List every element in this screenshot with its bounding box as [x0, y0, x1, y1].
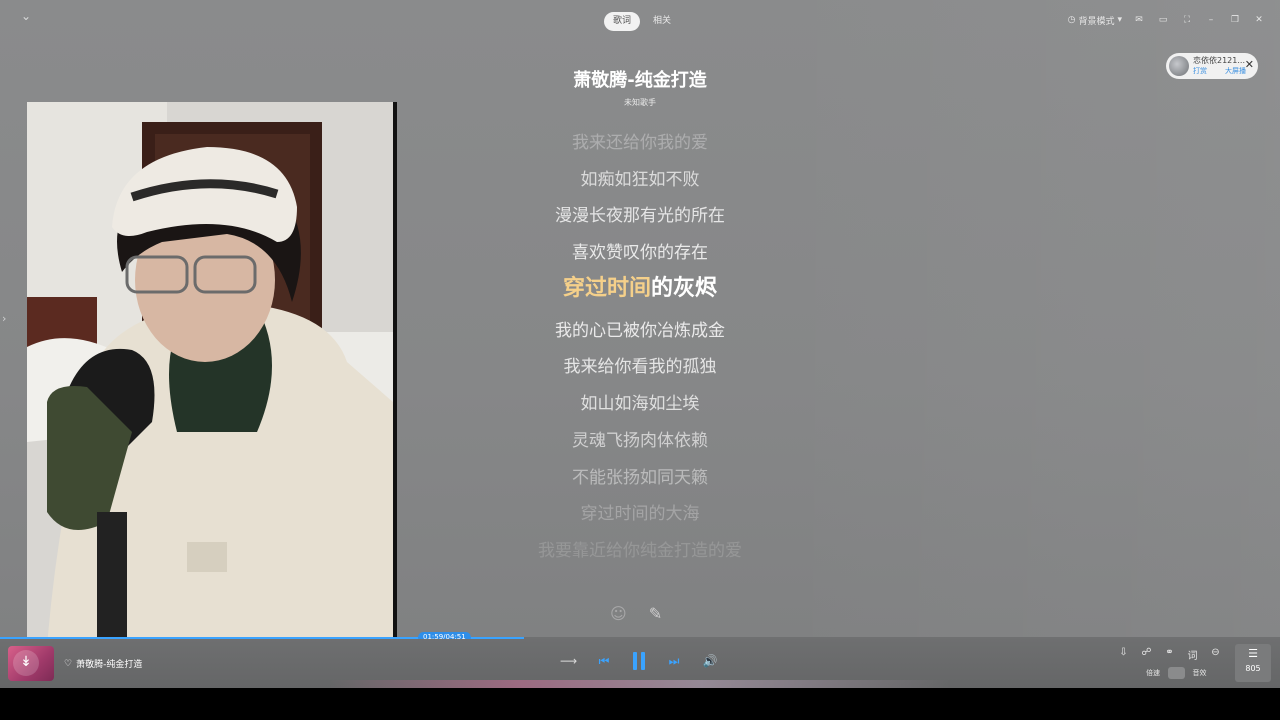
minimize-icon[interactable]: –	[1204, 13, 1218, 27]
user-card[interactable]: 恋依依2121... 打赏 大屏播 ✕	[1166, 53, 1258, 79]
avatar[interactable]	[1169, 56, 1189, 76]
close-icon[interactable]: ✕	[1252, 13, 1266, 27]
pause-button[interactable]	[632, 652, 646, 670]
more-icon[interactable]: ⊖	[1208, 647, 1223, 662]
now-playing-title[interactable]: 萧敬腾-纯金打造	[76, 657, 142, 670]
playback-controls: ⟶ ⏮ ⏭ 🔊	[560, 652, 718, 670]
view-tabs: 歌词 相关	[604, 12, 680, 31]
user-info: 恋依依2121... 打赏 大屏播	[1193, 55, 1246, 77]
fullscreen-icon[interactable]: ⛶	[1180, 13, 1194, 27]
previous-icon[interactable]: ⏮	[596, 654, 612, 669]
big-screen-link[interactable]: 大屏播	[1225, 66, 1246, 77]
chevron-down-icon: ▾	[1117, 15, 1122, 25]
restore-icon[interactable]: ❐	[1228, 13, 1242, 27]
lyric-unsung-part: 的灰烬	[651, 275, 718, 301]
playlist-icon: ☰	[1248, 647, 1258, 660]
lyric-line[interactable]: 我来还给你我的爱	[440, 129, 840, 166]
desktop-icon[interactable]: ▭	[1156, 13, 1170, 27]
feedback-icon[interactable]: ☺	[610, 604, 627, 623]
tip-link[interactable]: 打赏	[1193, 66, 1207, 77]
lyric-sung-part: 穿过时间	[562, 275, 651, 301]
collapse-chevron-icon[interactable]: ⌄	[17, 8, 35, 24]
lyric-line[interactable]: 灵魂飞扬肉体依赖	[440, 427, 840, 464]
play-order-icon[interactable]: ⟶	[560, 654, 577, 668]
microphone-icon[interactable]: ✎	[649, 604, 662, 623]
sound-effect-button[interactable]: 音效	[1190, 667, 1210, 679]
lyrics-actions: ☺ ✎	[610, 604, 662, 623]
user-links: 打赏 大屏播	[1193, 66, 1246, 77]
collapse-double-chevron-icon[interactable]: ↡	[13, 650, 39, 676]
lyric-line[interactable]: 漫漫长夜那有光的所在	[440, 202, 840, 239]
window-controls: ◷ 背景模式 ▾ ✉ ▭ ⛶ – ❐ ✕	[1068, 13, 1266, 27]
audio-waveform	[330, 680, 950, 688]
mail-icon[interactable]: ✉	[1132, 13, 1146, 27]
lyric-line[interactable]: 如山如海如尘埃	[440, 390, 840, 427]
lyric-line[interactable]: 不能张扬如同天籁	[440, 464, 840, 501]
lyric-line[interactable]: 我要靠近给你纯金打造的爱	[440, 537, 840, 574]
song-artist[interactable]: 未知歌手	[440, 97, 840, 108]
lyric-line[interactable]: 喜欢赞叹你的存在	[440, 239, 840, 276]
mode-icon: ◷	[1067, 15, 1076, 25]
playlist-button[interactable]: ☰ 805	[1235, 644, 1271, 682]
comment-icon[interactable]: ☍	[1139, 647, 1154, 662]
headphones-icon[interactable]: ⚭	[1162, 647, 1177, 662]
user-name: 恋依依2121...	[1193, 56, 1245, 65]
chevron-right-icon[interactable]: ›	[2, 312, 6, 325]
lyric-line[interactable]: 如痴如狂如不败	[440, 166, 840, 203]
tab-lyrics[interactable]: 歌词	[604, 12, 641, 31]
current-lyric-line[interactable]: 穿过时间的灰烬	[440, 274, 840, 317]
lyrics-list: 我来还给你我的爱 如痴如狂如不败 漫漫长夜那有光的所在 喜欢赞叹你的存在 穿过时…	[440, 129, 840, 574]
player-extra-icons: ⇩ ☍ ⚭ 词 ⊖	[1116, 647, 1223, 662]
tab-related[interactable]: 相关	[644, 12, 680, 31]
screen-bottom-bar	[0, 688, 1280, 720]
video-panel[interactable]	[27, 102, 397, 647]
lyric-line[interactable]: 我来给你看我的孤独	[440, 353, 840, 390]
download-icon[interactable]: ⇩	[1116, 647, 1131, 662]
video-frame	[27, 102, 393, 647]
volume-icon[interactable]: 🔊	[702, 654, 718, 668]
player-extra-labels: 倍速 音效	[1143, 667, 1210, 679]
lyrics-toggle-icon[interactable]: 词	[1185, 647, 1200, 662]
close-icon[interactable]: ✕	[1245, 59, 1254, 71]
lyric-line[interactable]: 我的心已被你冶炼成金	[440, 317, 840, 354]
mode-label: 背景模式	[1078, 16, 1115, 27]
playlist-count: 805	[1245, 664, 1261, 673]
next-icon[interactable]: ⏭	[666, 654, 682, 669]
heart-icon[interactable]: ♡	[64, 659, 72, 669]
lyric-line[interactable]: 穿过时间的大海	[440, 500, 840, 537]
song-title: 萧敬腾-纯金打造	[573, 70, 707, 91]
quality-toggle[interactable]	[1168, 667, 1185, 679]
now-playing: ♡ 萧敬腾-纯金打造	[64, 657, 142, 671]
background-mode-button[interactable]: ◷ 背景模式 ▾	[1068, 14, 1122, 27]
speed-button[interactable]: 倍速	[1143, 667, 1163, 679]
